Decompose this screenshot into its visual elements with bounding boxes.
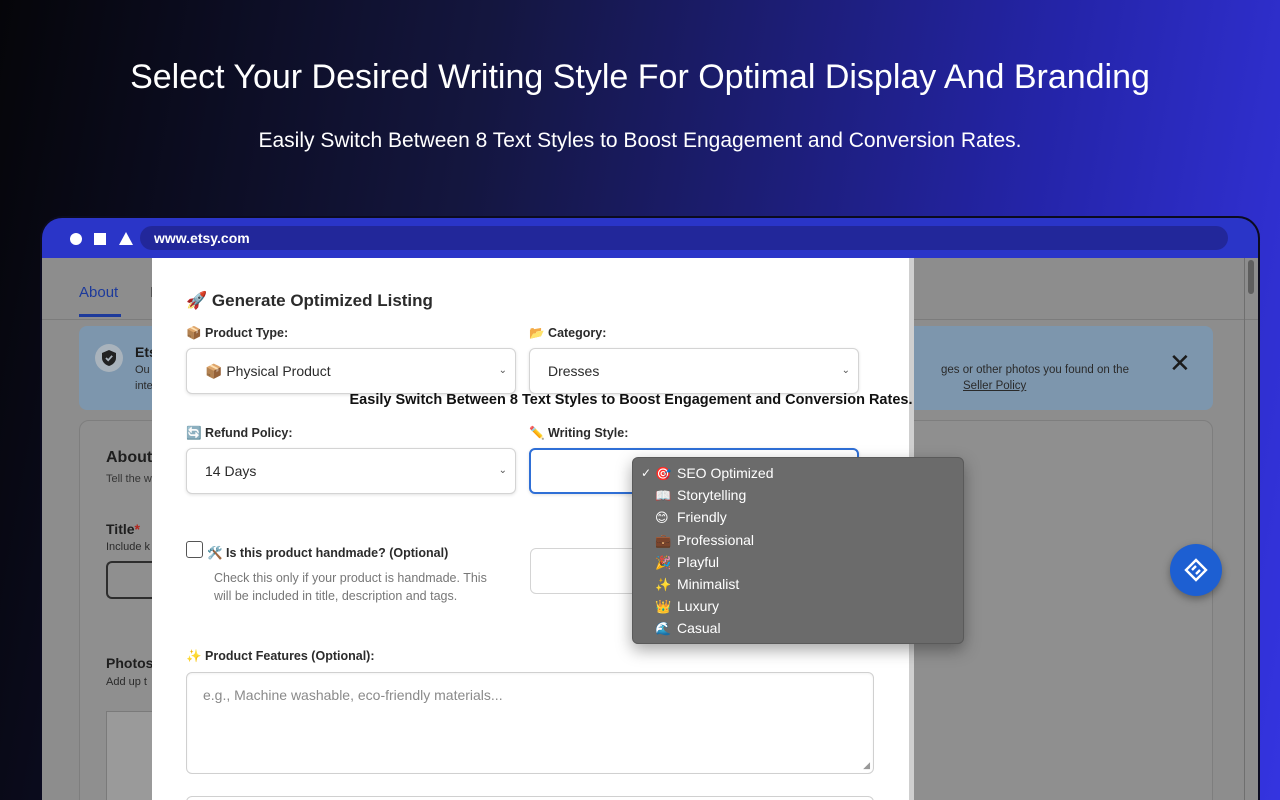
writing-style-option[interactable]: 💼 Professional [633, 529, 963, 551]
writing-style-option[interactable]: 😊 Friendly [633, 506, 963, 528]
extension-launcher-button[interactable] [1170, 544, 1222, 596]
seller-policy-link[interactable]: Seller Policy [963, 380, 1026, 392]
page-viewport: About I Ets Ou inte ges or other photos … [42, 258, 1258, 800]
refund-policy-select[interactable]: 14 Days ⌄ [186, 448, 516, 494]
page-scrollbar[interactable] [1248, 260, 1254, 294]
chevron-down-icon: ⌄ [498, 365, 507, 376]
option-label: Storytelling [677, 487, 747, 504]
product-type-select[interactable]: 📦 Physical Product ⌄ [186, 348, 516, 394]
writing-style-option[interactable]: 🌊 Casual [633, 617, 963, 639]
category-label: 📂 Category: [529, 326, 607, 340]
window-triangle-icon[interactable] [119, 232, 133, 245]
writing-style-option[interactable]: 👑 Luxury [633, 595, 963, 617]
overlay-caption: Easily Switch Between 8 Text Styles to B… [349, 392, 913, 408]
wave-icon: 🌊 [655, 622, 672, 638]
title-help: Include k [106, 541, 151, 553]
checkmark-icon: ✓ [641, 466, 652, 480]
chevron-down-icon: ⌄ [498, 465, 507, 476]
option-label: Friendly [677, 509, 727, 526]
category-value: Dresses [548, 363, 600, 379]
refund-policy-label: 🔄 Refund Policy: [186, 426, 293, 440]
photos-help: Add up t [106, 676, 147, 688]
about-title: About [106, 449, 153, 466]
window-square-icon[interactable] [94, 233, 106, 245]
required-asterisk: * [134, 521, 140, 537]
option-label: Playful [677, 553, 720, 570]
option-label: Luxury [677, 598, 720, 615]
option-label: Professional [677, 531, 755, 548]
photo-thumbnail[interactable] [106, 711, 156, 800]
smile-icon: 😊 [655, 511, 669, 527]
notice-text-line1: Ou [135, 364, 150, 376]
writing-style-dropdown: ✓ 🎯 SEO Optimized 📖 Storytelling 😊 Friendly … [632, 457, 964, 644]
title-label-text: Title [106, 521, 135, 537]
panel-title: 🚀 Generate Optimized Listing [186, 291, 433, 310]
page-divider [1244, 258, 1245, 800]
sparkles-icon: ✨ [655, 577, 672, 593]
about-subtitle: Tell the w [106, 473, 152, 485]
writing-style-option[interactable]: ✓ 🎯 SEO Optimized [633, 462, 963, 484]
handmade-checkbox[interactable] [186, 541, 203, 558]
product-features-textarea[interactable]: e.g., Machine washable, eco-friendly mat… [186, 672, 874, 774]
crown-icon: 👑 [655, 600, 672, 616]
address-bar[interactable]: www.etsy.com [140, 226, 1228, 250]
hero-title: Select Your Desired Writing Style For Op… [130, 58, 1150, 96]
briefcase-icon: 💼 [655, 533, 672, 549]
next-field[interactable] [186, 796, 874, 800]
option-label: Minimalist [677, 575, 740, 592]
refund-policy-value: 14 Days [205, 463, 257, 479]
hero-subtitle: Easily Switch Between 8 Text Styles to B… [258, 129, 1022, 152]
generate-listing-panel: 🚀 Generate Optimized Listing 📦 Product T… [152, 258, 964, 800]
chevron-down-icon: ⌄ [841, 365, 850, 376]
option-label: Casual [677, 620, 721, 637]
title-field-label: Title* [106, 521, 140, 537]
photos-label: Photos [106, 655, 154, 671]
party-popper-icon: 🎉 [655, 555, 672, 571]
product-features-label: ✨ Product Features (Optional): [186, 649, 375, 663]
category-select[interactable]: Dresses ⌄ [529, 348, 859, 394]
close-icon[interactable]: ✕ [1169, 350, 1191, 376]
writing-style-option[interactable]: ✨ Minimalist [633, 573, 963, 595]
diamond-logo-icon [1184, 558, 1208, 582]
shield-check-icon [95, 344, 123, 372]
book-icon: 📖 [655, 489, 672, 505]
resize-handle-icon[interactable]: ◢ [863, 760, 870, 771]
notice-text-line2: inte [135, 380, 153, 392]
product-type-value: 📦 Physical Product [205, 363, 331, 379]
writing-style-option[interactable]: 🎉 Playful [633, 551, 963, 573]
tab-active-indicator [79, 314, 121, 317]
option-label: SEO Optimized [677, 465, 774, 481]
window-circle-icon[interactable] [70, 233, 82, 245]
handmade-help-line1: Check this only if your product is handm… [214, 571, 487, 585]
handmade-help-line2: will be included in title, description a… [214, 589, 458, 603]
target-icon: 🎯 [655, 467, 672, 482]
writing-style-option[interactable]: 📖 Storytelling [633, 484, 963, 506]
product-features-placeholder: e.g., Machine washable, eco-friendly mat… [203, 687, 503, 703]
tab-about[interactable]: About [79, 284, 118, 301]
handmade-label: 🛠️ Is this product handmade? (Optional) [207, 546, 449, 560]
notice-text-right: ges or other photos you found on the [941, 364, 1129, 376]
product-type-label: 📦 Product Type: [186, 326, 289, 340]
writing-style-label: ✏️ Writing Style: [529, 426, 629, 440]
browser-window: www.etsy.com About I Ets Ou inte ges or … [40, 216, 1260, 800]
